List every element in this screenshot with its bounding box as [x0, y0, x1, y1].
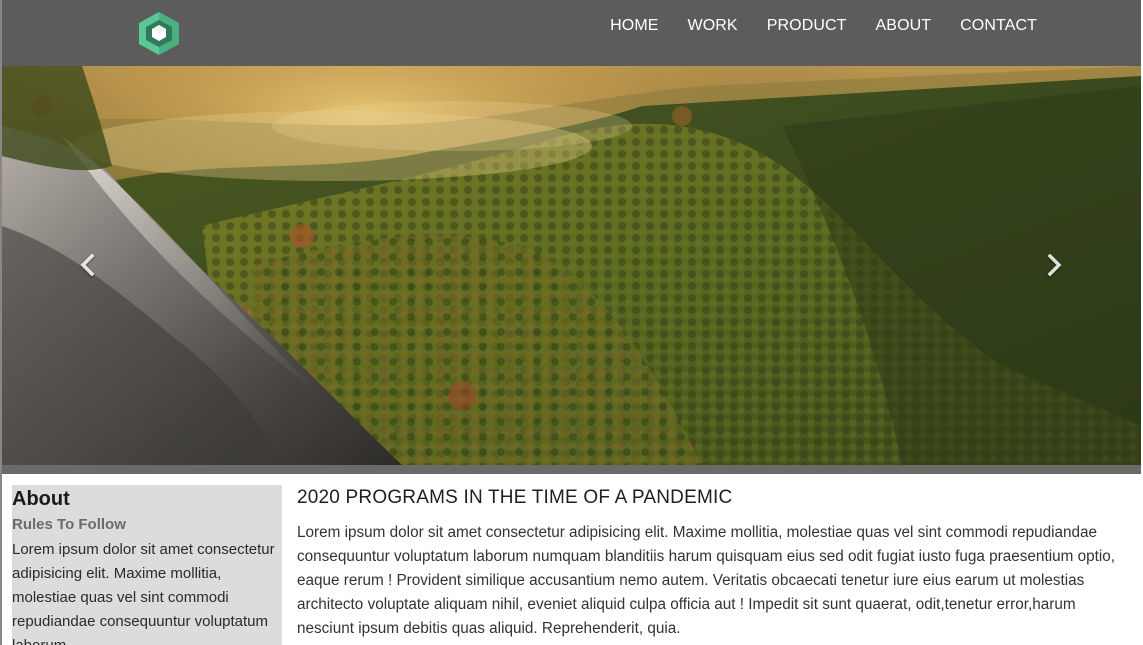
nav-home[interactable]: HOME: [610, 17, 658, 35]
sidebar-text: Lorem ipsum dolor sit amet consectetur a…: [12, 541, 275, 645]
sidebar-subtitle: Rules To Follow: [12, 516, 126, 533]
main-nav: HOME WORK PRODUCT ABOUT CONTACT: [581, 17, 1037, 35]
nav-work[interactable]: WORK: [688, 17, 738, 35]
main-paragraph: Lorem ipsum dolor sit amet consectetur a…: [297, 524, 1116, 637]
sidebar-title: About: [12, 488, 70, 510]
nav-about[interactable]: ABOUT: [876, 17, 932, 35]
carousel-prev-button[interactable]: [75, 252, 99, 278]
nav-contact[interactable]: CONTACT: [960, 17, 1037, 35]
nav-product[interactable]: PRODUCT: [767, 17, 847, 35]
hero-carousel: [2, 66, 1141, 465]
chevron-left-icon: [80, 254, 94, 276]
hero-divider: [2, 465, 1141, 474]
page-title: 2020 PROGRAMS IN THE TIME OF A PANDEMIC: [297, 487, 733, 508]
hero-forest-image: [2, 66, 1141, 465]
about-sidebar: About Rules To Follow Lorem ipsum dolor …: [12, 485, 282, 645]
chevron-right-icon: [1048, 254, 1062, 276]
hexagon-cube-logo-icon[interactable]: [135, 10, 183, 56]
main-content: 2020 PROGRAMS IN THE TIME OF A PANDEMIC …: [297, 487, 1127, 641]
carousel-next-button[interactable]: [1043, 252, 1067, 278]
top-navbar: HOME WORK PRODUCT ABOUT CONTACT: [2, 0, 1141, 66]
